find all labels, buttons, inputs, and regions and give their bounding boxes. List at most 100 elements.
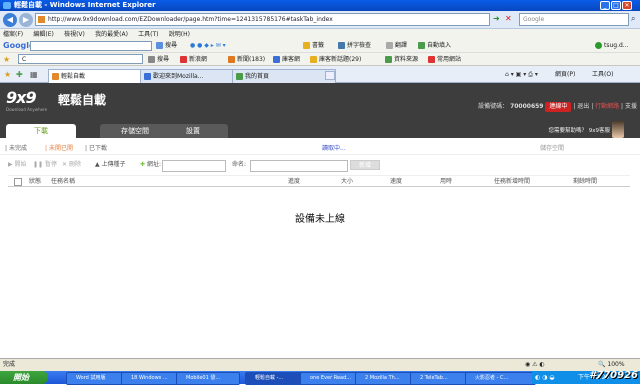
task-filter-row: | 未完成 | 未開已開 | 已下載 讀取中... 儲存空間 xyxy=(0,143,640,155)
device-label: 設備號碼： xyxy=(478,103,509,110)
filter-downloaded[interactable]: | 已下載 xyxy=(85,143,107,155)
google-account[interactable]: tsug.d... xyxy=(595,39,629,52)
tab-list-icon[interactable]: ▦ xyxy=(30,70,38,79)
menu-bar: 檔案(F) 編輯(E) 檢視(V) 我的最愛(A) 工具(T) 說明(H) xyxy=(0,29,640,39)
status-text-left: 完成 xyxy=(3,361,16,368)
menu-tools[interactable]: 工具(T) xyxy=(138,31,158,38)
help-hint[interactable]: 您需要幫助嗎？ 9x9客服 xyxy=(548,126,610,136)
status-text: 讀取中... xyxy=(322,145,346,152)
maximize-button[interactable]: □ xyxy=(611,1,621,10)
col-added-time[interactable]: 任務新增時間 xyxy=(494,176,530,187)
news-link[interactable]: 新聞(183) xyxy=(228,53,265,66)
site-logo: 9x9 xyxy=(6,88,37,107)
address-field[interactable]: http://www.9x9download.com/EZDownloader/… xyxy=(35,13,490,26)
taskbar-item-8[interactable]: 火影忍者 - C... xyxy=(465,372,536,385)
search-icon[interactable]: ⌕ xyxy=(631,14,635,24)
menu-edit[interactable]: 編輯(E) xyxy=(33,31,53,38)
google-search-button[interactable]: 搜尋 xyxy=(156,39,177,52)
col-task-name[interactable]: 任務名稱 xyxy=(51,176,75,187)
ie-app-icon xyxy=(3,2,11,9)
add-favorites-icon[interactable]: ✚ xyxy=(16,70,23,79)
empty-message: 設備未上線 xyxy=(295,214,345,225)
status-icons: ◉ ⚠ ◐ xyxy=(525,361,545,368)
start-button[interactable]: ▶ 開始 xyxy=(8,158,27,172)
name-input[interactable] xyxy=(250,160,348,172)
filter-incomplete[interactable]: | 未完成 xyxy=(5,143,27,155)
tools-menu[interactable]: 工具(O) xyxy=(592,69,613,81)
app-tab-bar xyxy=(0,124,640,138)
stop-icon[interactable]: ✕ xyxy=(505,14,512,23)
forward-button[interactable]: ▶ xyxy=(19,13,33,27)
taskbar-item-3[interactable]: Mobile01 發... xyxy=(176,372,240,385)
support-link[interactable]: 支援 xyxy=(625,103,637,110)
col-speed[interactable]: 速度 xyxy=(390,176,402,187)
tab-download[interactable]: 下載 xyxy=(6,124,76,138)
delete-button[interactable]: ✕ 刪除 xyxy=(62,158,81,172)
google-toolbar: Google 搜尋 ● ● ◆ ▸ ✉ ▾ 書籤 拼字檢查 翻譯 自動填入 ts… xyxy=(0,39,640,53)
col-remaining[interactable]: 剩餘時間 xyxy=(573,176,597,187)
site-logo-tagline: Download Anywhere xyxy=(6,107,48,112)
online-badge: 連線中 xyxy=(545,102,572,112)
search-field[interactable]: Google xyxy=(519,13,629,26)
sina-link[interactable]: 新浪網 xyxy=(180,53,207,66)
toolbar-search-button[interactable]: 搜尋 xyxy=(148,53,169,66)
address-url: http://www.9x9download.com/EZDownloader/… xyxy=(48,16,333,23)
brand-title: 輕鬆自載 xyxy=(58,93,107,107)
menu-help[interactable]: 說明(H) xyxy=(169,31,190,38)
window-title-bar: 輕鬆自載 - Windows Internet Explorer _ □ ✕ xyxy=(0,0,640,11)
upload-torrent-button[interactable]: ▲ 上傳種子 xyxy=(95,158,126,172)
device-number: 70000659 xyxy=(510,103,544,110)
pause-button[interactable]: ❚❚ 暫停 xyxy=(33,158,57,172)
watermark: #770926 xyxy=(589,370,638,381)
window-title: 輕鬆自載 - Windows Internet Explorer xyxy=(14,1,156,9)
browser-tab-3[interactable]: 我的首頁 xyxy=(232,69,336,84)
menu-view[interactable]: 檢視(V) xyxy=(64,31,85,38)
sources-link[interactable]: 資料來源 xyxy=(385,53,418,66)
page-favicon xyxy=(38,16,45,23)
spellcheck-button[interactable]: 拼字檢查 xyxy=(338,39,371,52)
tray-icons[interactable]: ◐ ◑ ◒ xyxy=(532,374,555,381)
col-status[interactable]: 狀態 xyxy=(29,176,41,187)
mobile-link[interactable]: 行動網路 xyxy=(595,103,619,110)
go-icon[interactable]: ➜ xyxy=(493,14,500,23)
tab-settings[interactable]: 設置 xyxy=(158,124,228,138)
menu-file[interactable]: 檔案(F) xyxy=(3,31,23,38)
links-toolbar: ★ C 搜尋 新浪網 新聞(183) 庫客網 庫客新話題(29) 資料來源 常用… xyxy=(0,53,640,66)
favorites-star-icon[interactable]: ★ xyxy=(4,70,11,79)
back-button[interactable]: ◀ xyxy=(3,13,17,27)
toolbar-combo[interactable]: C xyxy=(18,54,143,64)
translate-button[interactable]: 翻譯 xyxy=(386,39,407,52)
select-all-checkbox[interactable] xyxy=(14,178,22,186)
command-icons[interactable]: ⌂ ▾ ▣ ▾ ⎙ ▾ xyxy=(505,69,538,81)
browser-tab-2[interactable]: 歡迎來到Mozilla... xyxy=(140,69,244,84)
header-links: 設備號碼： 70000659 連線中 | 退出 | 行動網路 | 支援 xyxy=(478,102,637,112)
filter-done[interactable]: | 未開已開 xyxy=(45,143,73,155)
new-tab-button[interactable] xyxy=(325,71,335,80)
toolbar-icons[interactable]: ● ● ◆ ▸ ✉ ▾ xyxy=(190,39,226,52)
store-link[interactable]: 庫客網 xyxy=(273,53,300,66)
add-task-button[interactable]: 新增 xyxy=(350,160,380,170)
star-icon[interactable]: ★ xyxy=(3,53,10,66)
col-progress[interactable]: 進度 xyxy=(288,176,300,187)
support-avatar xyxy=(612,121,624,138)
store-topics-link[interactable]: 庫客新話題(29) xyxy=(310,53,361,66)
status-bar: 完成 ◉ ⚠ ◐ 🔍 100% xyxy=(0,358,640,371)
url-label: ✚ 網址: xyxy=(140,161,161,168)
bookmarks-button[interactable]: 書籤 xyxy=(303,39,324,52)
browser-tab-active[interactable]: 輕鬆自載 xyxy=(48,69,152,84)
google-search-input[interactable] xyxy=(30,41,152,51)
task-table-header: 狀態 任務名稱 進度 大小 速度 用時 任務新增時間 剩餘時間 xyxy=(8,175,630,187)
autofill-button[interactable]: 自動填入 xyxy=(418,39,451,52)
url-input[interactable] xyxy=(162,160,226,172)
start-button-os[interactable]: 開始 xyxy=(0,371,48,384)
minimize-button[interactable]: _ xyxy=(600,1,610,10)
name-label: 命名: xyxy=(232,161,247,168)
page-menu[interactable]: 網頁(P) xyxy=(555,69,575,81)
menu-favorites[interactable]: 我的最愛(A) xyxy=(95,31,128,38)
common-sites-link[interactable]: 常用網站 xyxy=(428,53,461,66)
logout-link[interactable]: 退出 xyxy=(577,103,589,110)
col-size[interactable]: 大小 xyxy=(341,176,353,187)
col-elapsed[interactable]: 用時 xyxy=(440,176,452,187)
storage-link[interactable]: 儲存空間 xyxy=(540,143,564,155)
close-button[interactable]: ✕ xyxy=(622,1,632,10)
